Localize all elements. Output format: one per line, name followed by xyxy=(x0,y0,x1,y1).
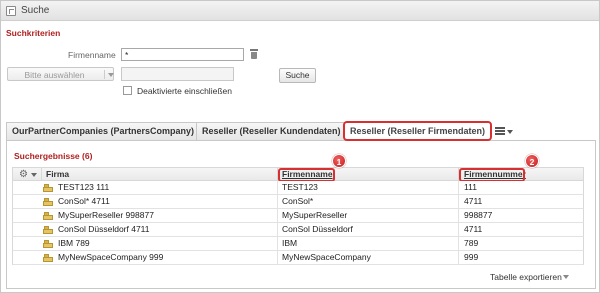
highlight-firmenname xyxy=(278,168,335,182)
cell-firma[interactable]: ConSol Düsseldorf 4711 xyxy=(58,223,150,236)
dropdown-placeholder: Bitte auswählen xyxy=(24,70,85,80)
callout-badge-1: 1 xyxy=(332,154,346,168)
table-row[interactable]: MySuperReseller 998877 MySuperReseller 9… xyxy=(12,209,584,223)
cell-firma[interactable]: MyNewSpaceCompany 999 xyxy=(58,251,163,264)
cell-firma[interactable]: TEST123 111 xyxy=(58,181,109,194)
tab-list-menu-icon[interactable] xyxy=(495,127,515,137)
cell-firmennummer: 4711 xyxy=(464,224,483,234)
window-titlebar: Suche xyxy=(1,1,599,21)
column-firma[interactable]: Firma xyxy=(46,168,69,182)
cell-firmennummer: 999 xyxy=(464,252,479,262)
window-title: Suche xyxy=(21,5,50,16)
table-row[interactable]: TEST123 111 TEST123 111 xyxy=(12,181,584,195)
cell-firmenname: ConSol* xyxy=(282,196,314,206)
cell-firmenname: MyNewSpaceCompany xyxy=(282,252,371,262)
cell-firmenname: MySuperReseller xyxy=(282,210,348,220)
table-row[interactable]: IBM 789 IBM 789 xyxy=(12,237,584,251)
cell-firmennummer: 998877 xyxy=(464,210,493,220)
company-icon xyxy=(43,254,53,262)
cell-firma[interactable]: ConSol* 4711 xyxy=(58,195,110,208)
table-row[interactable]: ConSol* 4711 ConSol* 4711 xyxy=(12,195,584,209)
window-icon xyxy=(6,6,16,16)
firmenname-label: Firmenname xyxy=(68,50,116,60)
trash-icon[interactable] xyxy=(250,49,258,59)
tab-reseller-kundendaten[interactable]: Reseller (Reseller Kundendaten) xyxy=(196,122,347,140)
company-icon xyxy=(43,212,53,220)
company-icon xyxy=(43,240,53,248)
chevron-down-icon xyxy=(108,73,114,77)
firmenname-input[interactable]: * xyxy=(121,48,244,61)
highlight-firmennummer xyxy=(459,168,525,182)
export-table-button[interactable]: Tabelle exportieren xyxy=(490,272,562,282)
company-icon xyxy=(43,198,53,206)
results-title: Suchergebnisse (6) xyxy=(14,151,93,161)
include-deactivated-label: Deaktivierte einschließen xyxy=(137,86,232,96)
callout-badge-2: 2 xyxy=(525,154,539,168)
cell-firmenname: IBM xyxy=(282,238,298,248)
search-criteria-title: Suchkriterien xyxy=(6,28,61,38)
search-window: Suche Suchkriterien Firmenname * Bitte a… xyxy=(0,0,600,293)
tab-partners-company[interactable]: OurPartnerCompanies (PartnersCompany) xyxy=(6,122,201,140)
cell-firmenname: TEST123 xyxy=(282,182,318,192)
gear-icon[interactable]: ⚙ xyxy=(19,170,29,180)
company-icon xyxy=(43,184,53,192)
company-icon xyxy=(43,226,53,234)
field-select-dropdown[interactable]: Bitte auswählen xyxy=(7,67,114,81)
cell-firma[interactable]: IBM 789 xyxy=(58,237,90,250)
search-button[interactable]: Suche xyxy=(279,68,316,83)
cell-firmennummer: 789 xyxy=(464,238,479,248)
cell-firmennummer: 4711 xyxy=(464,196,483,206)
tab-reseller-firmendaten[interactable]: Reseller (Reseller Firmendaten) xyxy=(343,121,493,141)
table-row[interactable]: ConSol Düsseldorf 4711 ConSol Düsseldorf… xyxy=(12,223,584,237)
cell-firma[interactable]: MySuperReseller 998877 xyxy=(58,209,154,222)
cell-firmenname: ConSol Düsseldorf xyxy=(282,224,353,234)
table-row[interactable]: MyNewSpaceCompany 999 MyNewSpaceCompany … xyxy=(12,251,584,265)
chevron-down-icon[interactable] xyxy=(31,173,37,177)
tab-bar: OurPartnerCompanies (PartnersCompany) Re… xyxy=(6,119,596,141)
cell-firmennummer: 111 xyxy=(464,182,477,192)
criteria-value-input[interactable] xyxy=(121,67,234,81)
include-deactivated-checkbox[interactable] xyxy=(123,86,132,95)
chevron-down-icon[interactable] xyxy=(563,275,569,279)
